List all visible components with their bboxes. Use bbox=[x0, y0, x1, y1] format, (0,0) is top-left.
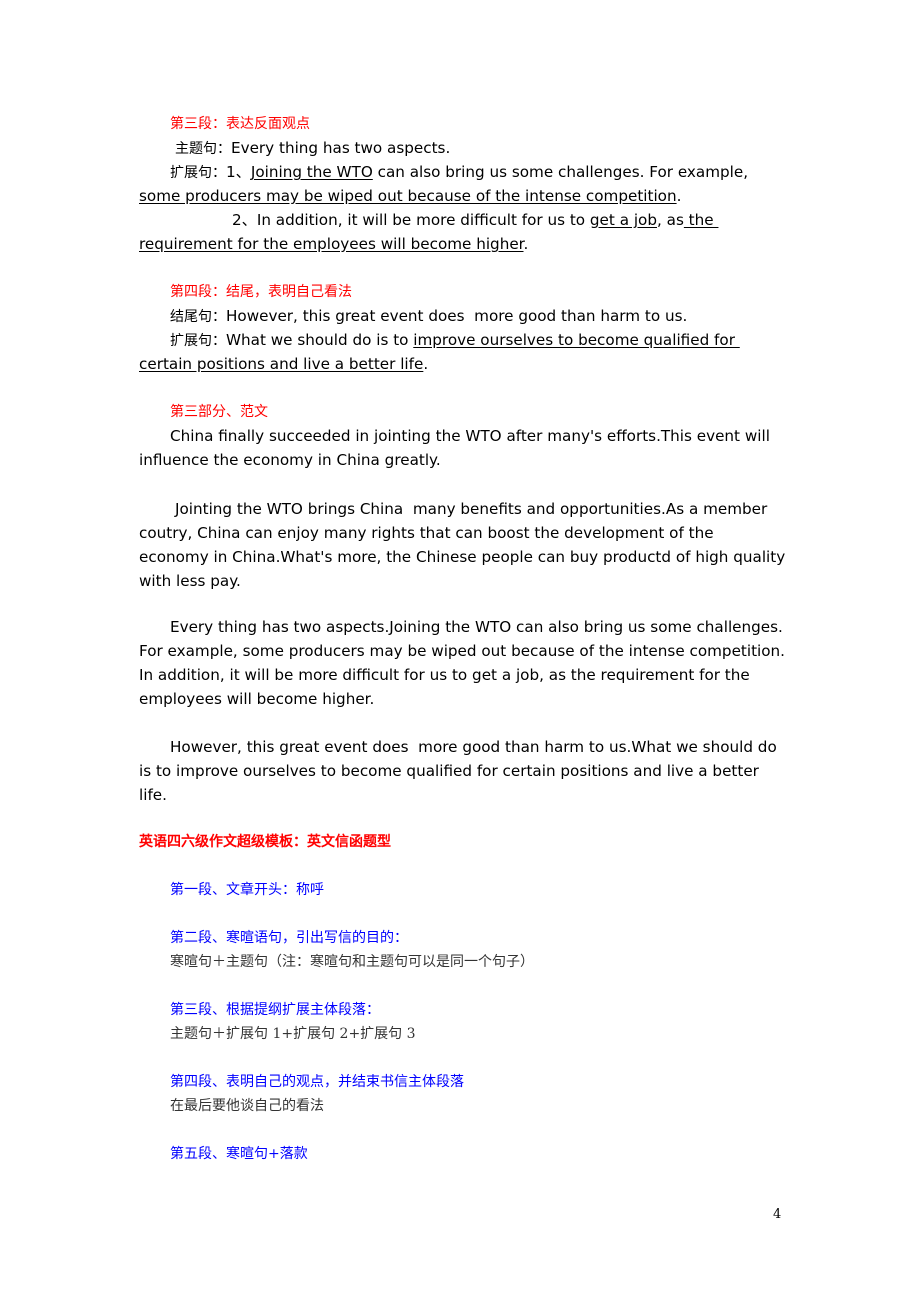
essay-p2-line: economy in China.What's more, the Chines… bbox=[139, 548, 786, 566]
period: . bbox=[423, 355, 429, 373]
underlined-phrase: some producers may be wiped out because … bbox=[139, 187, 677, 205]
topic-label: 主题句： bbox=[175, 141, 231, 157]
underlined-phrase: requirement for the employees will becom… bbox=[139, 235, 524, 253]
underlined-phrase: Joining the WTO bbox=[250, 163, 373, 181]
letter-p5-heading: 第五段、寒暄句+落款 bbox=[170, 1146, 308, 1162]
section4-heading: 第四段：结尾，表明自己看法 bbox=[170, 284, 352, 300]
essay-p2-line: coutry, China can enjoy many rights that… bbox=[139, 524, 714, 542]
section4-ext-line: 扩展句：What we should do is to improve ours… bbox=[170, 328, 740, 353]
essay-p2-line: Jointing the WTO brings China many benef… bbox=[175, 500, 768, 518]
period: . bbox=[523, 235, 529, 253]
letter-p1-heading: 第一段、文章开头：称呼 bbox=[170, 882, 324, 898]
ext1-number: 1、 bbox=[226, 163, 251, 181]
letter-p2-heading: 第二段、寒暄语句，引出写信的目的： bbox=[170, 930, 408, 946]
essay-p3-line: Every thing has two aspects.Joining the … bbox=[170, 618, 783, 636]
underlined-phrase: certain positions and live a better life bbox=[139, 355, 424, 373]
underlined-phrase: improve ourselves to become qualified fo… bbox=[413, 331, 740, 349]
essay-p1-line: China finally succeeded in jointing the … bbox=[170, 427, 770, 445]
section3-ext1-line: 扩展句：1、Joining the WTO can also bring us … bbox=[170, 160, 748, 185]
essay-p4-line: is to improve ourselves to become qualif… bbox=[139, 762, 759, 780]
ext2-number: 2、 bbox=[232, 211, 257, 229]
section3-heading: 第三段：表达反面观点 bbox=[170, 116, 310, 132]
letter-p4-heading: 第四段、表明自己的观点，并结束书信主体段落 bbox=[170, 1074, 464, 1090]
letter-p2-body: 寒暄句＋主题句（注：寒暄句和主题句可以是同一个句子） bbox=[170, 954, 534, 970]
conclusion-text: However, this great event does more good… bbox=[226, 307, 688, 325]
letter-p3-heading: 第三段、根据提纲扩展主体段落： bbox=[170, 1002, 380, 1018]
period: . bbox=[676, 187, 682, 205]
essay-p4-line: However, this great event does more good… bbox=[170, 738, 777, 756]
letter-title: 英语四六级作文超级模板：英文信函题型 bbox=[139, 834, 391, 850]
section4-ext-cont: certain positions and live a better life… bbox=[139, 352, 428, 376]
underlined-phrase: get a job bbox=[589, 211, 657, 229]
essay-p3-line: In addition, it will be more difficult f… bbox=[139, 666, 750, 684]
essay-p3-line: employees will become higher. bbox=[139, 690, 375, 708]
ext-label: 扩展句： bbox=[170, 333, 226, 349]
letter-p4-body: 在最后要他谈自己的看法 bbox=[170, 1098, 324, 1114]
section3-ext2-cont: requirement for the employees will becom… bbox=[139, 232, 528, 256]
essay-p1-line: influence the economy in China greatly. bbox=[139, 451, 441, 469]
section3-ext2-line: 2、In addition, it will be more difficult… bbox=[232, 208, 718, 232]
section3-topic-line: 主题句：Every thing has two aspects. bbox=[175, 136, 450, 161]
ext2-text-2: , as bbox=[656, 211, 684, 229]
ext-text: What we should do is to bbox=[226, 331, 414, 349]
page-number: 4 bbox=[773, 1207, 782, 1222]
underlined-phrase: the bbox=[683, 211, 719, 229]
essay-p2-line: with less pay. bbox=[139, 572, 241, 590]
section4-concl-line: 结尾句：However, this great event does more … bbox=[170, 304, 687, 329]
ext1-text: can also bring us some challenges. For e… bbox=[372, 163, 749, 181]
topic-text: Every thing has two aspects. bbox=[231, 139, 451, 157]
section3-ext1-cont: some producers may be wiped out because … bbox=[139, 184, 681, 208]
ext2-text: In addition, it will be more difficult f… bbox=[256, 211, 590, 229]
essay-p3-line: For example, some producers may be wiped… bbox=[139, 642, 786, 660]
ext-label: 扩展句： bbox=[170, 165, 226, 181]
essay-p4-line: life. bbox=[139, 786, 167, 804]
letter-p3-body: 主题句＋扩展句 1+扩展句 2+扩展句 3 bbox=[170, 1026, 416, 1042]
document-page: 第三段：表达反面观点 主题句：Every thing has two aspec… bbox=[0, 0, 920, 1302]
conclusion-label: 结尾句： bbox=[170, 309, 226, 325]
part3-heading: 第三部分、范文 bbox=[170, 404, 268, 420]
